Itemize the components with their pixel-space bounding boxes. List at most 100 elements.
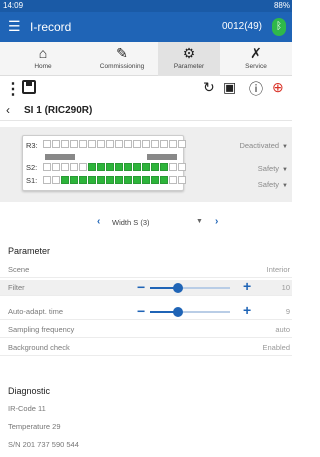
grid-cell[interactable]	[70, 140, 78, 148]
grid-cell[interactable]	[52, 176, 60, 184]
param-value: Interior	[266, 265, 290, 274]
grid-cell[interactable]	[88, 140, 96, 148]
grid-cell[interactable]	[43, 163, 51, 171]
grid-cell[interactable]	[142, 163, 150, 171]
grid-cell[interactable]	[124, 163, 132, 171]
slider-knob[interactable]	[173, 307, 183, 317]
grid-cell[interactable]	[70, 163, 78, 171]
field-grid[interactable]: R3: S2: S1:	[22, 135, 186, 191]
tab-bar: ⌂ Home ✎ Commissioning ⚙ Parameter ✗ Ser…	[0, 42, 292, 76]
tab-label: Home	[34, 63, 52, 70]
tab-service[interactable]: ✗ Service	[220, 42, 292, 76]
status-battery: 88%	[273, 1, 290, 10]
grid-cell[interactable]	[106, 176, 114, 184]
slider-knob[interactable]	[173, 283, 183, 293]
reset-icon[interactable]: ↻	[203, 79, 215, 96]
grid-cell[interactable]	[61, 176, 69, 184]
grid-cell[interactable]	[151, 176, 159, 184]
grid-cell[interactable]	[106, 163, 114, 171]
param-value: Enabled	[262, 343, 290, 352]
grid-cell[interactable]	[106, 140, 114, 148]
grid-cell[interactable]	[79, 176, 87, 184]
help-icon[interactable]: ⊕	[272, 79, 284, 96]
param-label: Scene	[8, 265, 30, 274]
grid-cell[interactable]	[178, 176, 186, 184]
grid-cell[interactable]	[178, 163, 186, 171]
minus-icon[interactable]: −	[137, 304, 145, 318]
grid-cell[interactable]	[178, 140, 186, 148]
param-row-scene[interactable]: Scene Interior	[0, 262, 292, 278]
grid-cell[interactable]	[52, 140, 60, 148]
grid-cell[interactable]	[97, 176, 105, 184]
grid-cell[interactable]	[169, 140, 177, 148]
s1-mode-value: Safety	[257, 180, 280, 189]
grid-cell[interactable]	[79, 163, 87, 171]
auto-adapt-slider[interactable]: − +	[0, 303, 292, 320]
more-icon[interactable]: ⋮	[5, 79, 21, 99]
grid-cell[interactable]	[169, 176, 177, 184]
row-label-s1: S1:	[26, 176, 38, 185]
chevron-left-icon[interactable]: ‹	[97, 216, 100, 227]
minus-icon[interactable]: −	[137, 280, 145, 294]
grid-cell[interactable]	[43, 140, 51, 148]
grid-cell[interactable]	[115, 163, 123, 171]
filter-slider[interactable]: − +	[0, 279, 292, 296]
grid-cell[interactable]	[133, 176, 141, 184]
hamburger-icon[interactable]: ☰	[8, 19, 21, 33]
param-row-background[interactable]: Background check Enabled	[0, 340, 292, 356]
grid-cell[interactable]	[61, 163, 69, 171]
grid-cell[interactable]	[79, 140, 87, 148]
grid-cell[interactable]	[151, 163, 159, 171]
status-time: 14:09	[3, 1, 24, 10]
diagnostic-title: Diagnostic	[8, 386, 51, 396]
grid-cell[interactable]	[142, 176, 150, 184]
tab-home[interactable]: ⌂ Home	[0, 42, 86, 76]
s1-mode-select[interactable]: Safety ▼	[258, 180, 288, 189]
grid-cell[interactable]	[52, 163, 60, 171]
width-selector: ‹ Width S (3) ▼ ›	[0, 214, 292, 232]
grid-cell[interactable]	[160, 163, 168, 171]
grid-cell[interactable]	[97, 140, 105, 148]
grid-cell[interactable]	[43, 176, 51, 184]
r3-mode-select[interactable]: Deactivated ▼	[239, 141, 288, 150]
grid-cell[interactable]	[124, 176, 132, 184]
device-icon[interactable]: ▣	[223, 79, 236, 96]
grid-cell[interactable]	[88, 176, 96, 184]
slider-track[interactable]	[150, 307, 230, 317]
grid-cell[interactable]	[133, 163, 141, 171]
grid-cell[interactable]	[115, 176, 123, 184]
grid-cell[interactable]	[97, 163, 105, 171]
param-value: 10	[281, 283, 290, 292]
save-icon[interactable]	[22, 80, 36, 94]
grid-cell[interactable]	[115, 140, 123, 148]
grid-cell[interactable]	[151, 140, 159, 148]
row-label-s2: S2:	[26, 163, 38, 172]
grid-cell[interactable]	[160, 176, 168, 184]
grid-cell[interactable]	[88, 163, 96, 171]
parameter-title: Parameter	[8, 246, 51, 256]
grid-cell[interactable]	[160, 140, 168, 148]
grid-cell[interactable]	[70, 176, 78, 184]
back-arrow-icon[interactable]: ‹	[6, 103, 10, 117]
slider-track[interactable]	[150, 283, 230, 293]
grid-cell[interactable]	[124, 140, 132, 148]
param-row-filter: Filter − + 10	[0, 279, 292, 296]
param-row-sampling[interactable]: Sampling frequency auto	[0, 322, 292, 338]
param-value: auto	[275, 325, 290, 334]
s2-mode-select[interactable]: Safety ▼	[258, 164, 288, 173]
param-label: Background check	[8, 343, 70, 352]
grid-cell[interactable]	[142, 140, 150, 148]
tab-commissioning[interactable]: ✎ Commissioning	[86, 42, 158, 76]
grid-cell[interactable]	[133, 140, 141, 148]
info-icon[interactable]: ⓘ	[249, 79, 263, 99]
edit-icon: ✎	[116, 45, 128, 61]
grid-cell[interactable]	[169, 163, 177, 171]
chevron-down-icon[interactable]: ▼	[196, 218, 203, 225]
tab-parameter[interactable]: ⚙ Parameter	[158, 42, 220, 76]
chevron-right-icon[interactable]: ›	[215, 216, 218, 227]
plus-icon[interactable]: +	[243, 303, 251, 317]
grid-cell[interactable]	[61, 140, 69, 148]
bluetooth-icon[interactable]: ᛒ	[272, 18, 286, 36]
device-id: 0012(49)	[221, 21, 262, 32]
plus-icon[interactable]: +	[243, 279, 251, 293]
